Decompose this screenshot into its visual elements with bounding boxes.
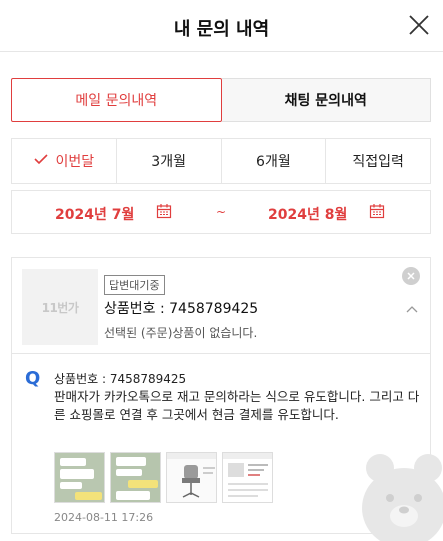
question-text: 판매자가 카카오톡으로 재고 문의하라는 식으로 유도합니다. 그리고 다른 쇼… [54,389,420,422]
brand-logo: 11번가 [41,300,79,315]
attachment-thumbnail[interactable] [54,452,105,503]
question-label: Q [25,368,41,389]
period-6-months[interactable]: 6개월 [220,139,326,183]
question-product-number: 상품번호 : 7458789425 [54,372,187,386]
close-icon[interactable] [407,13,431,37]
period-this-month[interactable]: 이번달 [12,139,116,183]
page-title: 내 문의 내역 [173,19,270,40]
question-date: 2024-08-11 17:26 [54,511,154,524]
tab-chat-inquiry[interactable]: 채팅 문의내역 [221,78,431,122]
period-custom[interactable]: 직접입력 [325,139,430,183]
calendar-icon[interactable] [369,203,385,223]
start-date-select[interactable]: 2024년 7월 [55,204,134,224]
product-thumbnail: 11번가 [22,269,98,345]
chevron-up-icon[interactable] [406,298,418,317]
delete-button[interactable] [402,267,420,285]
attachment-thumbnail[interactable] [222,452,273,503]
end-date-text: 2024년 8월 [268,207,348,223]
start-date-text: 2024년 7월 [55,207,135,223]
inquiry-product-section: 11번가 답변대기중 상품번호 : 7458789425 선택된 (주문)상품이… [12,258,430,354]
calendar-icon[interactable] [156,203,172,223]
date-separator: ~ [216,205,227,219]
attachment-thumbnail[interactable] [110,452,161,503]
bear-mascot-icon [358,450,443,541]
period-filter: 이번달 3개월 6개월 직접입력 [11,138,431,184]
date-range: 2024년 7월 ~ 2024년 8월 [11,190,431,234]
period-label: 이번달 [55,154,95,170]
product-number: 상품번호 : 7458789425 [104,301,259,317]
period-3-months[interactable]: 3개월 [115,139,221,183]
inquiry-type-tabs: 메일 문의내역 채팅 문의내역 [11,78,431,122]
status-badge: 답변대기중 [104,275,165,295]
end-date-select[interactable]: 2024년 8월 [268,204,347,224]
tab-mail-inquiry[interactable]: 메일 문의내역 [11,78,222,122]
attachment-thumbnail[interactable] [166,452,217,503]
close-icon [407,272,415,280]
page-header: 내 문의 내역 [0,0,443,52]
attachment-list [54,452,273,503]
product-message: 선택된 (주문)상품이 없습니다. [104,326,258,340]
check-icon [33,153,48,169]
